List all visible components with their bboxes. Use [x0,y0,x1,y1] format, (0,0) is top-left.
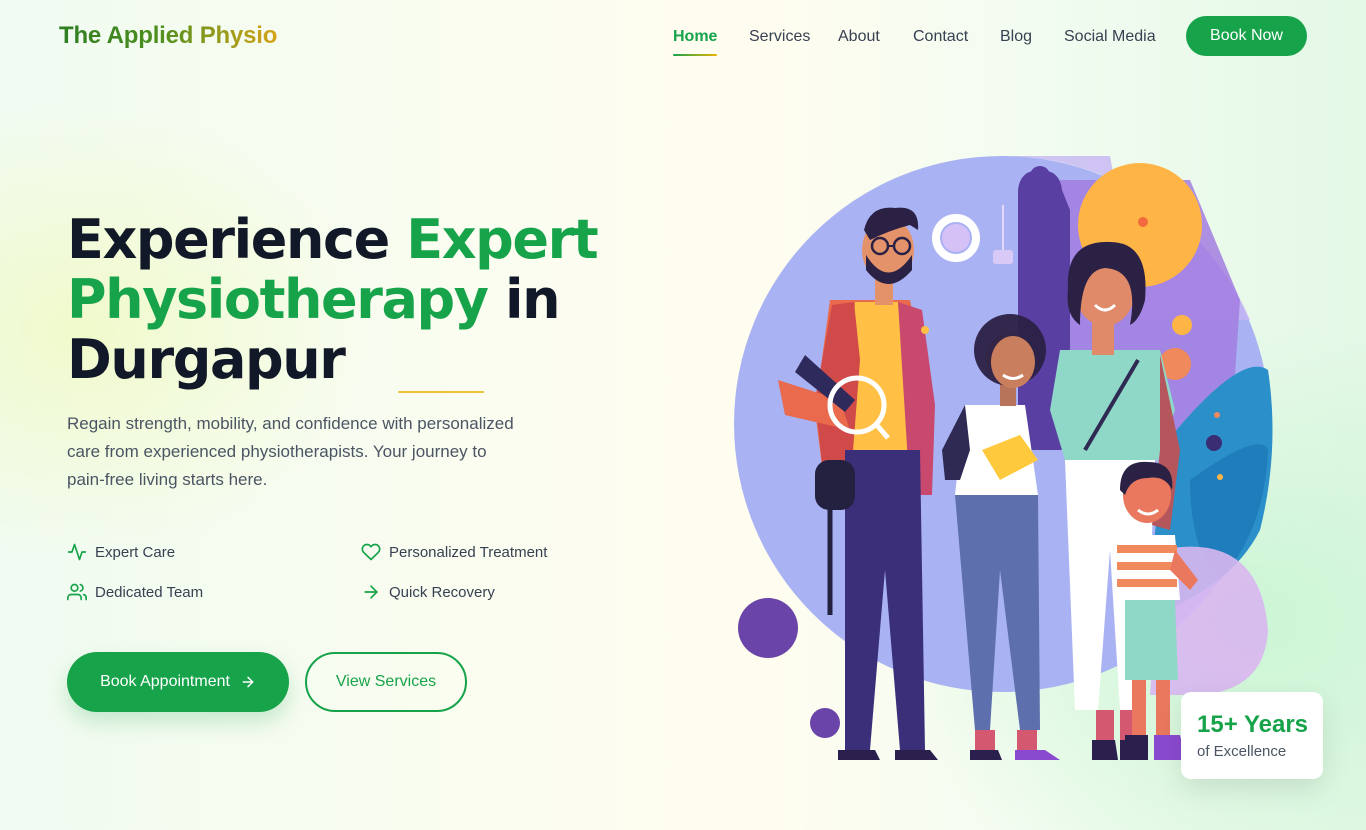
heart-icon [361,543,381,561]
pulse-icon [67,543,87,561]
view-services-button[interactable]: View Services [305,652,467,712]
hero-title-part1: Experience [67,208,407,271]
stat-value: 15+ Years [1197,711,1309,738]
stat-label: of Excellence [1197,743,1287,760]
feature-label: Expert Care [95,543,176,561]
nav-services[interactable]: Services [749,27,810,57]
feature-label: Quick Recovery [389,583,495,601]
arrow-right-icon [242,676,254,688]
hero-title: Experience Expert Physiotherapy in Durga… [67,210,667,390]
feature-quick-recovery: Quick Recovery [361,580,495,604]
feature-label: Dedicated Team [95,583,204,601]
main-nav: Home Services About Contact Blog Social … [0,27,1366,57]
nav-about[interactable]: About [838,27,880,57]
feature-label: Personalized Treatment [389,543,548,561]
feature-expert-care: Expert Care [67,540,175,564]
nav-home[interactable]: Home [673,27,718,57]
nav-blog[interactable]: Blog [1000,27,1032,57]
arrow-right-icon [364,585,378,599]
book-now-button[interactable]: Book Now [1186,16,1307,56]
book-appointment-label: Book Appointment [100,673,230,690]
feature-personalized-treatment: Personalized Treatment [361,540,547,564]
nav-social-media[interactable]: Social Media [1064,27,1156,57]
hero-description: Regain strength, mobility, and confidenc… [67,414,514,489]
users-icon [67,583,87,601]
experience-stat-card: 15+ Years of Excellence [1181,692,1323,779]
feature-dedicated-team: Dedicated Team [67,580,203,604]
book-appointment-button[interactable]: Book Appointment [67,652,289,712]
site-header: The Applied Physio Home Services About C… [0,0,1366,76]
nav-contact[interactable]: Contact [913,27,968,57]
family-illustration [734,155,1273,760]
